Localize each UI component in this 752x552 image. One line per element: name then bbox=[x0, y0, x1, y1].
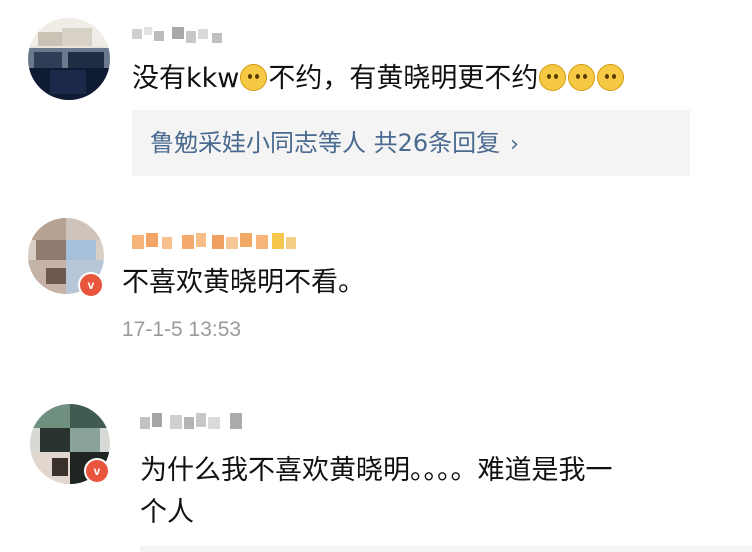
verified-badge-icon: v bbox=[84, 458, 110, 484]
comment-text-part: 没有kkw bbox=[132, 63, 240, 94]
comment-text: 为什么我不喜欢黄晓明。。。。难道是我一 个人 bbox=[140, 450, 744, 534]
comment-text: 没有kkw 不约，有黄晓明更不约 bbox=[132, 58, 734, 100]
divider bbox=[140, 546, 752, 552]
smiling-face-icon bbox=[568, 64, 596, 91]
name-mosaic bbox=[132, 233, 296, 249]
avatar-image bbox=[28, 18, 110, 100]
chevron-right-icon: › bbox=[510, 132, 519, 157]
comment-text-line: 为什么我不喜欢黄晓明。。。。难道是我一 bbox=[140, 455, 613, 486]
user-name[interactable] bbox=[140, 410, 252, 434]
comment-text-part: 不喜欢黄晓明不看。 bbox=[122, 267, 365, 298]
comment-text-line: 个人 bbox=[140, 497, 194, 528]
avatar[interactable] bbox=[28, 18, 110, 100]
smiling-face-icon bbox=[539, 64, 567, 91]
worried-face-icon bbox=[240, 64, 268, 91]
replies-label: 鲁勉采娃小同志等人 共26条回复 bbox=[150, 129, 501, 157]
name-mosaic bbox=[132, 27, 222, 43]
view-replies-button[interactable]: 鲁勉采娃小同志等人 共26条回复 › bbox=[132, 110, 690, 176]
comment-timestamp: 17-1-5 13:53 bbox=[122, 318, 242, 341]
comment-feed: 没有kkw 不约，有黄晓明更不约 鲁勉采娃小同志等人 共26条回复 › v 不喜… bbox=[0, 0, 752, 552]
user-name[interactable] bbox=[132, 230, 308, 254]
comment-text-part: 不约，有黄晓明更不约 bbox=[268, 63, 539, 94]
smiling-face-icon bbox=[597, 64, 625, 91]
comment-text: 不喜欢黄晓明不看。 bbox=[122, 262, 734, 304]
verified-badge-icon: v bbox=[78, 272, 104, 298]
user-name[interactable] bbox=[132, 24, 232, 48]
name-mosaic bbox=[140, 413, 242, 429]
